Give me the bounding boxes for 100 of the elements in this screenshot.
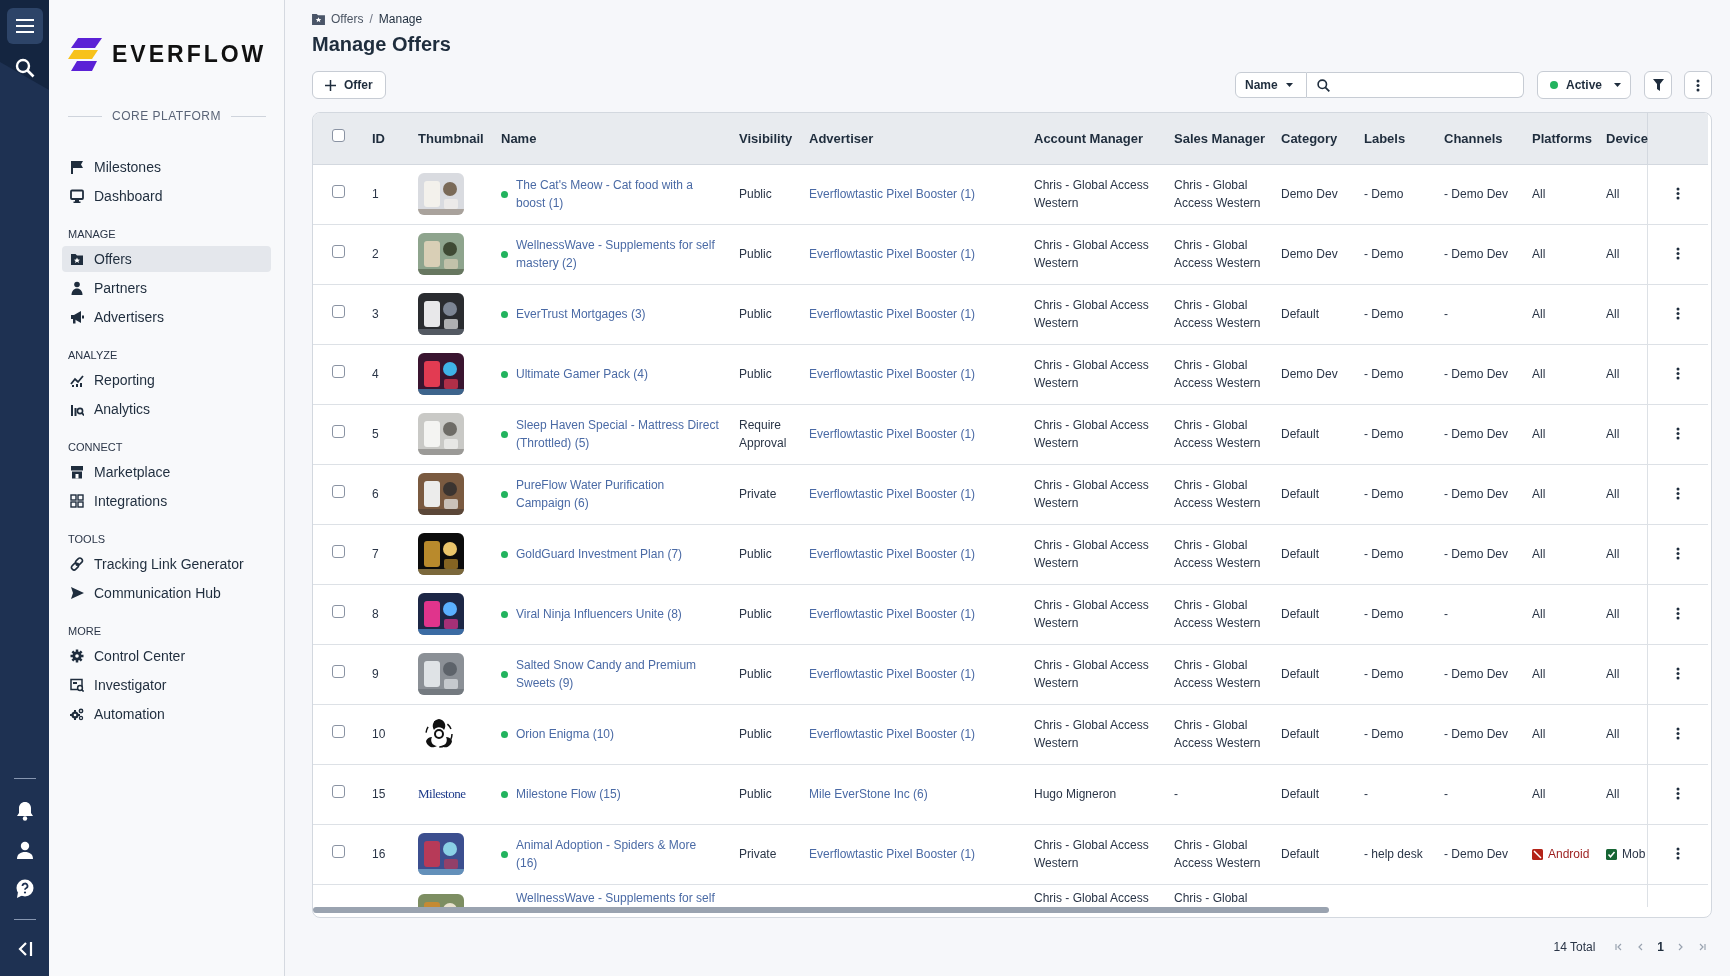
checkbox[interactable] (331, 245, 345, 258)
trend-chart-icon (70, 373, 84, 387)
offer-link[interactable]: Milestone Flow (15) (516, 785, 621, 803)
column-header[interactable]: Visibility (739, 130, 793, 146)
column-header[interactable]: Name (501, 130, 537, 146)
breadcrumb-link[interactable]: Offers (331, 10, 364, 28)
table-cell: - Demo (1364, 307, 1404, 321)
page-number[interactable]: 1 (1657, 938, 1664, 956)
table-cell: Chris - Global Access Western (1034, 658, 1149, 690)
checkbox[interactable] (331, 365, 345, 378)
offer-link[interactable]: Salted Snow Candy and Premium Sweets (9) (516, 656, 720, 692)
offer-link[interactable]: Ultimate Gamer Pack (4) (516, 365, 649, 383)
checkbox[interactable] (331, 725, 345, 738)
offer-link[interactable]: PureFlow Water Purification Campaign (6) (516, 476, 720, 512)
bell-icon[interactable] (15, 801, 34, 821)
user-icon[interactable] (15, 841, 34, 859)
column-header[interactable]: Account Manager (1034, 130, 1144, 146)
logo-icon (68, 37, 102, 71)
status-filter[interactable]: Active (1537, 71, 1631, 99)
more-icon (1696, 78, 1700, 92)
nav-item[interactable]: Partners (62, 275, 271, 301)
table-cell: All (1606, 787, 1620, 801)
advertiser-link[interactable]: Everflowtastic Pixel Booster (1) (809, 607, 976, 621)
advertiser-link[interactable]: Everflowtastic Pixel Booster (1) (809, 187, 976, 201)
offer-link[interactable]: Orion Enigma (10) (516, 725, 615, 743)
advertiser-link[interactable]: Everflowtastic Pixel Booster (1) (809, 547, 976, 561)
column-header[interactable]: Category (1281, 130, 1338, 146)
nav-item[interactable]: Communication Hub (62, 580, 271, 606)
last-page-icon[interactable] (1698, 943, 1706, 951)
nav-item[interactable]: Milestones (62, 154, 271, 180)
nav-item[interactable]: Investigator (62, 672, 271, 698)
table-cell: All (1606, 427, 1620, 441)
column-header[interactable]: Thumbnail (418, 130, 484, 146)
first-page-icon[interactable] (1615, 943, 1624, 951)
table-cell: 6 (372, 487, 379, 501)
nav-item[interactable]: Marketplace (62, 459, 271, 485)
column-header[interactable]: Platforms (1532, 130, 1592, 146)
more-button[interactable] (1684, 71, 1712, 99)
advertiser-link[interactable]: Everflowtastic Pixel Booster (1) (809, 847, 976, 861)
gear-icon (70, 649, 84, 663)
column-header[interactable]: ID (372, 130, 385, 146)
table-cell: All (1606, 307, 1620, 321)
column-header[interactable]: Device (1606, 130, 1648, 146)
table-cell: Private (739, 487, 777, 501)
add-offer-button[interactable]: Offer (312, 71, 386, 99)
offer-link[interactable]: The Cat's Meow - Cat food with a boost (1) (516, 176, 720, 212)
advertiser-link[interactable]: Everflowtastic Pixel Booster (1) (809, 307, 976, 321)
offer-link[interactable]: Sleep Haven Special - Mattress Direct (Throttled) (5) (516, 416, 720, 452)
checkbox[interactable] (331, 785, 345, 798)
advertiser-link[interactable]: Everflowtastic Pixel Booster (1) (809, 247, 976, 261)
help-icon[interactable] (14, 879, 35, 899)
column-header[interactable]: Sales Manager (1174, 130, 1266, 146)
nav-item[interactable]: Offers (62, 246, 271, 272)
offer-link[interactable]: EverTrust Mortgages (3) (516, 305, 646, 323)
table-cell: Chris - Global Access Western (1034, 478, 1149, 510)
nav-item[interactable]: Integrations (62, 488, 271, 514)
search-field[interactable] (1307, 72, 1524, 98)
offer-link[interactable]: WellnessWave - Supplements for self mastery (2) (516, 236, 720, 272)
checkbox[interactable] (331, 485, 345, 498)
filter-button[interactable] (1644, 71, 1672, 99)
offer-link[interactable]: GoldGuard Investment Plan (7) (516, 545, 683, 563)
menu-icon (15, 19, 34, 33)
offer-link[interactable]: Animal Adoption - Spiders & More (16) (516, 836, 720, 872)
advertiser-link[interactable]: Mile EverStone Inc (6) (809, 787, 928, 801)
checkbox[interactable] (331, 129, 345, 143)
table-cell: Chris - Global Access Western (1174, 298, 1261, 330)
nav-item[interactable]: Reporting (62, 367, 271, 393)
checkbox[interactable] (331, 665, 345, 678)
advertiser-link[interactable]: Everflowtastic Pixel Booster (1) (809, 487, 976, 501)
nav-item[interactable]: Dashboard (62, 183, 271, 209)
advertiser-link[interactable]: Everflowtastic Pixel Booster (1) (809, 667, 976, 681)
menu-button[interactable] (6, 8, 43, 44)
column-header[interactable]: Advertiser (809, 130, 874, 146)
checkbox[interactable] (331, 845, 345, 858)
advertiser-link[interactable]: Everflowtastic Pixel Booster (1) (809, 427, 976, 441)
table-cell: All (1606, 367, 1620, 381)
nav-item[interactable]: Tracking Link Generator (62, 551, 271, 577)
nav-item[interactable]: Control Center (62, 643, 271, 669)
field-selector[interactable]: Name (1235, 72, 1307, 98)
checkbox[interactable] (331, 305, 345, 318)
previous-page-icon[interactable] (1637, 943, 1644, 951)
offer-link[interactable]: Viral Ninja Influencers Unite (8) (516, 605, 682, 623)
offer-link[interactable]: WellnessWave - Supplements for self (516, 888, 715, 907)
table-cell: Require Approval (739, 418, 787, 450)
search-icon[interactable] (14, 58, 35, 78)
next-page-icon[interactable] (1678, 943, 1684, 951)
column-header[interactable]: Channels (1444, 130, 1503, 146)
more-icon (1675, 366, 1680, 380)
advertiser-link[interactable]: Everflowtastic Pixel Booster (1) (809, 367, 976, 381)
nav-item[interactable]: Analytics (62, 396, 271, 422)
checkbox[interactable] (331, 425, 345, 438)
checkbox[interactable] (331, 185, 345, 198)
advertiser-link[interactable]: Everflowtastic Pixel Booster (1) (809, 727, 976, 741)
table-cell: - Demo Dev (1444, 847, 1508, 861)
nav-item[interactable]: Automation (62, 701, 271, 727)
checkbox[interactable] (331, 545, 345, 558)
checkbox[interactable] (331, 605, 345, 618)
nav-item[interactable]: Advertisers (62, 304, 271, 330)
scrollbar[interactable] (313, 907, 1329, 914)
column-header[interactable]: Labels (1364, 130, 1406, 146)
